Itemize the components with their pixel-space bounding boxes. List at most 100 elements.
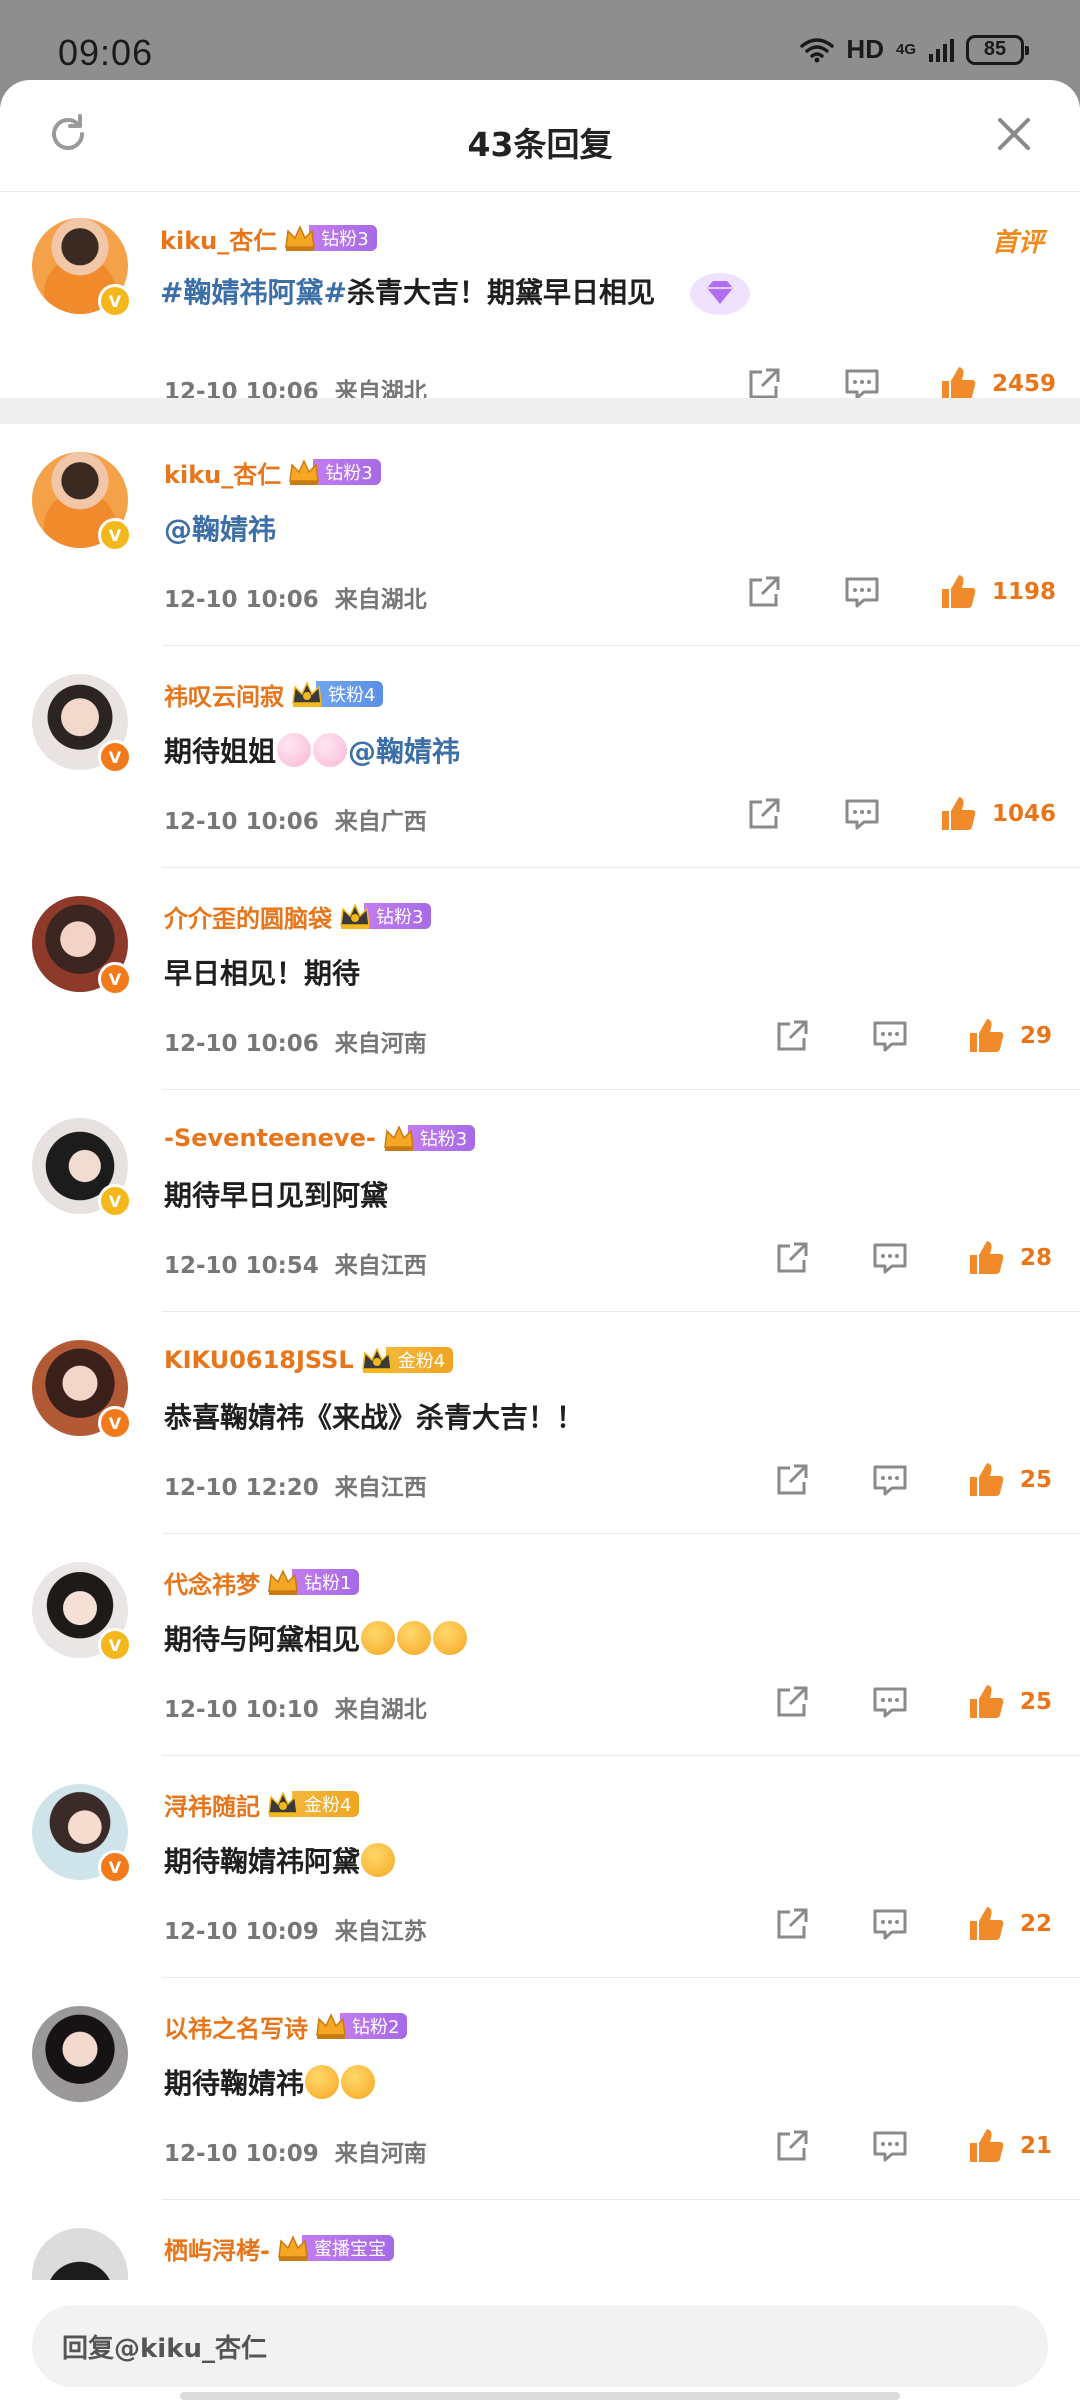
share-icon[interactable] <box>772 1238 812 1278</box>
share-icon[interactable] <box>772 1016 812 1056</box>
username[interactable]: -Seventeeneve- <box>164 1124 376 1152</box>
home-indicator[interactable] <box>180 2392 900 2400</box>
section-gap <box>0 398 1080 424</box>
comment-text: 期待鞠婧祎 <box>164 2062 376 2102</box>
kiss-emoji-icon <box>397 1621 432 1655</box>
username[interactable]: 栖屿浔栲- <box>164 2231 270 2266</box>
comment-icon[interactable] <box>870 2126 910 2166</box>
comment-icon[interactable] <box>870 1016 910 1056</box>
comment-location: 来自江西 <box>334 1475 427 1501</box>
kiss-emoji-icon <box>341 2065 376 2099</box>
wifi-icon <box>800 37 835 62</box>
share-icon[interactable] <box>744 794 784 834</box>
comment-icon[interactable] <box>870 1904 910 1944</box>
avatar[interactable]: V <box>32 1340 132 1440</box>
reply-item[interactable]: V -Seventeeneve- 钻粉3 期待早日见到阿黛 12-10 10:5… <box>0 1090 1080 1312</box>
fan-badge[interactable]: 蜜播宝宝 <box>276 2233 394 2263</box>
like-count: 25 <box>1020 1467 1053 1493</box>
comment-date: 12-10 10:10 <box>164 1697 319 1723</box>
verified-icon: V <box>98 518 132 552</box>
avatar[interactable]: V <box>32 1118 132 1218</box>
fan-badge[interactable]: 金粉4 <box>266 1789 360 1819</box>
fan-badge[interactable]: 钻粉3 <box>287 457 381 487</box>
crown-icon <box>292 681 322 707</box>
comment-actions: 25 <box>772 1682 1080 1722</box>
reply-item[interactable]: V 浔祎随記 金粉4 期待鞠婧祎阿黛 12-10 10:09 来自江苏 22 <box>0 1756 1080 1978</box>
share-icon[interactable] <box>772 1682 812 1722</box>
reply-item[interactable]: 栖屿浔栲- 蜜播宝宝 <box>0 2200 1080 2280</box>
crown-icon <box>383 1125 414 1151</box>
comment-actions: 29 <box>772 1016 1080 1056</box>
avatar[interactable]: V <box>32 1562 132 1662</box>
comment-location: 来自江苏 <box>334 1919 427 1945</box>
share-icon[interactable] <box>772 1460 812 1500</box>
avatar[interactable]: V <box>32 1784 132 1884</box>
avatar[interactable] <box>32 2228 128 2280</box>
crown-icon <box>285 225 316 251</box>
comment-text: 期待姐姐 @鞠婧祎 <box>164 733 461 768</box>
fan-badge[interactable]: 钻粉1 <box>266 1567 360 1597</box>
like-icon[interactable] <box>966 1682 1006 1722</box>
mention[interactable]: @鞠婧祎 <box>164 513 276 546</box>
comment-date: 12-10 12:20 <box>164 1475 319 1501</box>
status-bar: 09:06 HD 4G 85 <box>0 0 1080 80</box>
verified-icon: V <box>98 740 132 774</box>
crown-icon <box>278 2235 308 2261</box>
crown-icon <box>289 459 320 485</box>
mention[interactable]: @鞠婧祎 <box>348 735 460 768</box>
fan-badge[interactable]: 钻粉3 <box>382 1123 476 1153</box>
username[interactable]: 祎叹云间寂 <box>164 677 284 712</box>
username[interactable]: kiku_杏仁 <box>164 455 281 490</box>
like-icon[interactable] <box>966 1016 1006 1056</box>
fan-badge[interactable]: 钻粉3 <box>283 223 377 253</box>
fan-badge[interactable]: 铁粉4 <box>290 679 384 709</box>
username[interactable]: 代念祎梦 <box>164 1565 260 1600</box>
comment-icon[interactable] <box>842 794 882 834</box>
like-icon[interactable] <box>966 2126 1006 2166</box>
fan-badge[interactable]: 钻粉3 <box>338 901 432 931</box>
reply-item[interactable]: V KIKU0618JSSL 金粉4 恭喜鞠婧祎《来战》杀青大吉！！ 12-10… <box>0 1312 1080 1534</box>
avatar[interactable]: V <box>32 452 132 552</box>
like-icon[interactable] <box>966 1904 1006 1944</box>
fan-badge[interactable]: 金粉4 <box>360 1345 454 1375</box>
like-icon[interactable] <box>938 794 978 834</box>
username[interactable]: 以祎之名写诗 <box>164 2009 308 2044</box>
comment-icon[interactable] <box>870 1238 910 1278</box>
share-icon[interactable] <box>744 572 784 612</box>
reply-item[interactable]: V 介介歪的圆脑袋 钻粉3 早日相见！期待 12-10 10:06 来自河南 2… <box>0 868 1080 1090</box>
reply-item[interactable]: 以祎之名写诗 钻粉2 期待鞠婧祎 12-10 10:09 来自河南 21 <box>0 1978 1080 2200</box>
close-icon[interactable] <box>990 110 1038 158</box>
reply-input[interactable]: 回复@kiku_杏仁 <box>32 2305 1048 2387</box>
reply-item[interactable]: V kiku_杏仁 钻粉3 @鞠婧祎 12-10 10:06 来自湖北 1198 <box>0 424 1080 646</box>
like-icon[interactable] <box>938 572 978 612</box>
username[interactable]: kiku_杏仁 <box>160 221 277 256</box>
comment-icon[interactable] <box>870 1460 910 1500</box>
comment-icon[interactable] <box>842 572 882 612</box>
top-comment[interactable]: V kiku_杏仁 钻粉3 首评 #鞠婧祎阿黛#杀青大吉！期黛早日相见 12-1… <box>0 192 1080 405</box>
like-icon[interactable] <box>966 1238 1006 1278</box>
topic-tag[interactable]: #鞠婧祎阿黛# <box>160 276 347 309</box>
fan-level: 蜜播宝宝 <box>301 2235 394 2261</box>
battery-level: 85 <box>983 38 1007 60</box>
username[interactable]: 浔祎随記 <box>164 1787 260 1822</box>
reply-item[interactable]: V 祎叹云间寂 铁粉4 期待姐姐 @鞠婧祎 12-10 10:06 来自广西 10… <box>0 646 1080 868</box>
sheet-header: 43条回复 <box>0 80 1080 192</box>
avatar[interactable]: V <box>32 674 132 774</box>
share-icon[interactable] <box>772 1904 812 1944</box>
like-icon[interactable] <box>966 1460 1006 1500</box>
avatar[interactable] <box>32 2006 128 2102</box>
username[interactable]: 介介歪的圆脑袋 <box>164 899 332 934</box>
fan-badge[interactable]: 钻粉2 <box>314 2011 408 2041</box>
avatar[interactable]: V <box>32 218 132 318</box>
reply-item[interactable]: V 代念祎梦 钻粉1 期待与阿黛相见 12-10 10:10 来自湖北 25 <box>0 1534 1080 1756</box>
comment-meta: 12-10 10:10 来自湖北 <box>164 1690 427 1724</box>
share-icon[interactable] <box>772 2126 812 2166</box>
comment-text: 期待鞠婧祎阿黛 <box>164 1840 396 1880</box>
verified-icon: V <box>98 1850 132 1884</box>
avatar[interactable]: V <box>32 896 132 996</box>
username[interactable]: KIKU0618JSSL <box>164 1346 354 1374</box>
comment-icon[interactable] <box>870 1682 910 1722</box>
like-count: 1198 <box>992 579 1057 605</box>
crown-icon <box>316 2013 346 2039</box>
fan-level: 钻粉3 <box>407 1125 476 1151</box>
